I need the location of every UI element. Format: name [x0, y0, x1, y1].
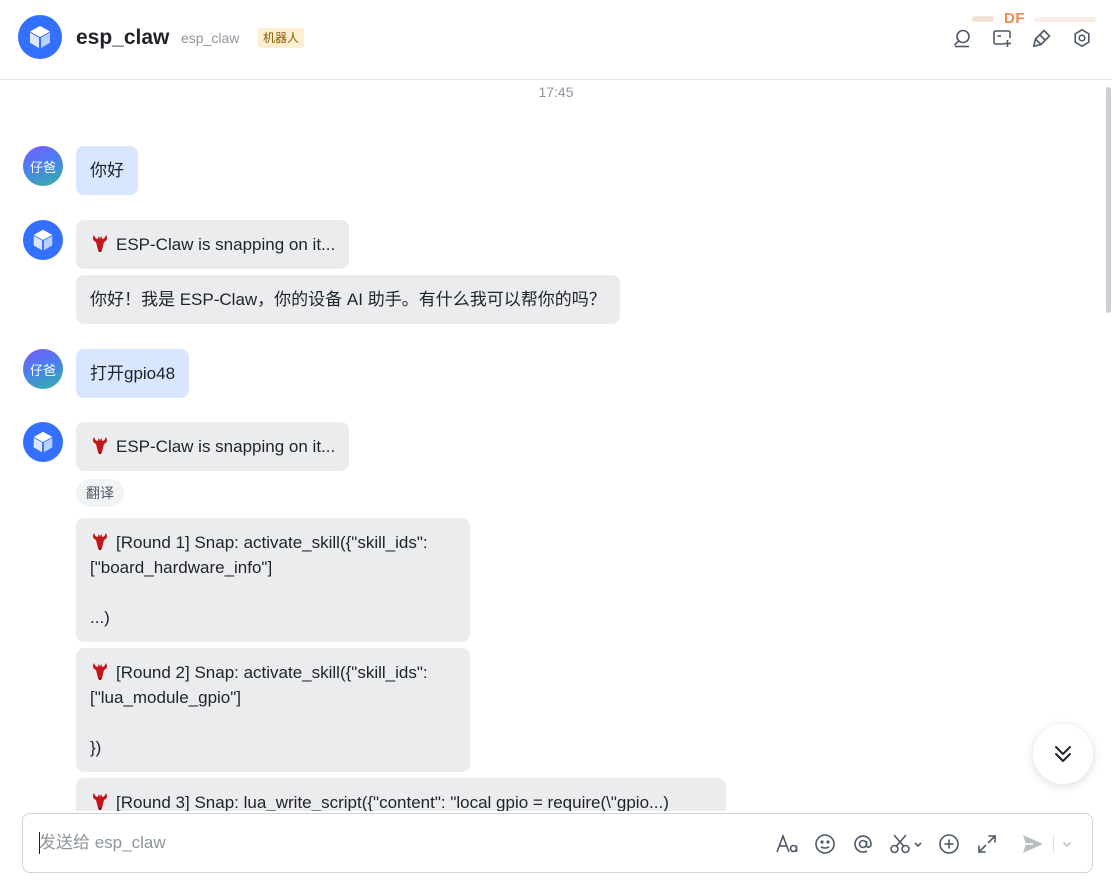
translate-button[interactable]: 翻译	[76, 479, 124, 507]
send-divider	[1053, 835, 1054, 853]
message-clip: [Round 3] Snap: lua_write_script({"conte…	[0, 770, 1112, 811]
bot-message[interactable]: [Round 2] Snap: activate_skill({"skill_i…	[76, 648, 470, 772]
watermark-decoration	[1034, 17, 1096, 22]
bot-message[interactable]: 你好！我是 ESP-Claw，你的设备 AI 助手。有什么我可以帮你的吗？	[76, 275, 620, 324]
claw-emoji-icon	[92, 793, 108, 810]
claw-emoji-icon	[92, 663, 108, 680]
header-toolbar	[952, 27, 1092, 49]
chat-title[interactable]: esp_claw	[76, 26, 169, 50]
chat-window: esp_claw esp_claw 机器人 DF 17:45 仔爸 你好 ESP…	[0, 0, 1112, 886]
bot-message[interactable]: [Round 1] Snap: activate_skill({"skill_i…	[76, 518, 470, 642]
chat-handle: esp_claw	[181, 30, 240, 46]
cube-icon	[33, 431, 53, 453]
add-button[interactable]	[937, 832, 961, 856]
user-message[interactable]: 你好	[76, 146, 138, 195]
search-chat-icon	[953, 29, 970, 48]
add-to-group-icon	[993, 30, 1011, 47]
user-avatar-text: 仔爸	[29, 159, 56, 175]
user-message[interactable]: 打开gpio48	[76, 349, 190, 398]
message-input[interactable]	[39, 828, 739, 858]
search-chat-button[interactable]	[952, 27, 972, 49]
watermark-logo: DF	[1004, 10, 1025, 27]
message-timestamp: 17:45	[538, 84, 574, 100]
bot-message-text: [Round 1] Snap: activate_skill({"skill_i…	[90, 533, 428, 627]
user-avatar[interactable]: 仔爸	[23, 146, 63, 186]
settings-button[interactable]	[1072, 27, 1092, 49]
pin-button[interactable]	[1032, 27, 1052, 49]
scroll-to-bottom-button[interactable]	[1033, 724, 1093, 784]
emoji-icon	[815, 834, 835, 854]
bot-message-text: ESP-Claw is snapping on it...	[116, 235, 336, 254]
claw-emoji-icon	[92, 437, 108, 454]
add-circle-icon	[939, 834, 959, 854]
scissors-icon	[890, 834, 922, 854]
bot-message-text: ESP-Claw is snapping on it...	[116, 437, 336, 456]
user-avatar-text: 仔爸	[29, 362, 56, 378]
text-format-icon	[776, 833, 798, 853]
bot-message-text: [Round 3] Snap: lua_write_script({"conte…	[116, 793, 669, 811]
send-options-button[interactable]	[1059, 836, 1075, 852]
bot-avatar[interactable]	[23, 220, 63, 260]
mention-icon	[854, 835, 872, 853]
chat-header: esp_claw esp_claw 机器人 DF	[0, 0, 1112, 80]
scrollbar[interactable]	[1106, 87, 1111, 313]
text-format-button[interactable]	[775, 832, 799, 856]
emoji-button[interactable]	[813, 832, 837, 856]
bot-badge: 机器人	[258, 28, 305, 48]
claw-emoji-icon	[92, 235, 108, 252]
bot-avatar[interactable]	[18, 15, 62, 59]
bot-message[interactable]: ESP-Claw is snapping on it...	[76, 220, 350, 269]
chevron-down-icon	[1062, 841, 1072, 848]
expand-composer-button[interactable]	[975, 832, 999, 856]
send-button[interactable]	[1019, 830, 1047, 858]
add-to-group-button[interactable]	[992, 27, 1012, 49]
composer-toolbar	[775, 832, 1013, 856]
watermark-decoration	[972, 16, 994, 22]
screenshot-button[interactable]	[889, 832, 923, 856]
cube-icon	[33, 229, 53, 251]
double-chevron-down-icon	[1055, 746, 1071, 762]
claw-emoji-icon	[92, 533, 108, 550]
bot-message[interactable]: ESP-Claw is snapping on it...	[76, 422, 350, 471]
gear-icon	[1074, 28, 1090, 48]
message-composer	[22, 813, 1093, 873]
text-caret	[39, 832, 40, 854]
bot-message-text: [Round 2] Snap: activate_skill({"skill_i…	[90, 663, 428, 757]
bot-message[interactable]: [Round 3] Snap: lua_write_script({"conte…	[76, 778, 726, 811]
mention-button[interactable]	[851, 832, 875, 856]
pin-icon	[1032, 29, 1051, 48]
send-icon	[1023, 835, 1043, 853]
expand-icon	[978, 835, 996, 853]
cube-icon	[30, 26, 50, 48]
user-avatar[interactable]: 仔爸	[23, 349, 63, 389]
bot-avatar[interactable]	[23, 422, 63, 462]
